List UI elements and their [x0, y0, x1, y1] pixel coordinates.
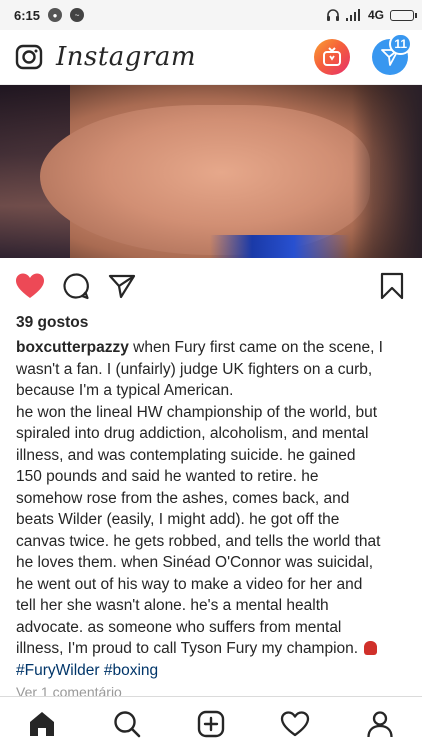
dm-badge: 11 [389, 33, 412, 55]
network-type: 4G [367, 8, 384, 22]
image-shadow [352, 85, 422, 258]
image-arm [40, 105, 370, 255]
status-right: 4G [326, 8, 417, 22]
bookmark-icon [380, 272, 404, 299]
nav-profile[interactable] [360, 704, 400, 744]
profile-icon [367, 710, 393, 737]
heart-icon [16, 273, 44, 298]
notification-icon: ● [48, 8, 63, 22]
status-time: 6:15 [14, 7, 41, 23]
caption-username[interactable]: boxcutterpazzy [16, 339, 129, 356]
caption-line: advocate. as someone who suffers from me… [16, 618, 342, 636]
comment-button[interactable] [60, 270, 92, 302]
direct-message-button[interactable]: 11 [372, 33, 412, 75]
signal-icon [345, 9, 360, 21]
add-post-icon [197, 710, 225, 737]
caption-line: because I'm a typical American. [16, 382, 234, 399]
app-header: Instagram 11 [0, 30, 422, 85]
image-blue-light [210, 235, 350, 258]
caption-line: illness, and was contemplating suicide. … [16, 446, 356, 464]
caption-line: illness, I'm proud to call Tyson Fury my… [16, 638, 412, 660]
likes-count[interactable]: 39 gostos [16, 314, 88, 332]
caption-text: illness, I'm proud to call Tyson Fury my… [16, 640, 359, 657]
caption-line: tell her she wasn't alone. he's a mental… [16, 597, 329, 614]
igtv-icon [323, 47, 341, 66]
caption-line: wasn't a fan. I (unfairly) judge UK figh… [16, 360, 373, 378]
nav-add-post[interactable] [191, 704, 231, 744]
messenger-icon: ~ [70, 8, 85, 22]
caption-line: he loves them. when Sinéad O'Connor was … [16, 554, 374, 571]
caption-line: somehow rose from the ashes, comes back,… [16, 489, 350, 507]
status-bar: 6:15 ● ~ 4G [0, 0, 422, 30]
caption-text: when Fury first came on the scene, I [133, 339, 383, 356]
post-caption: boxcutterpazzy when Fury first came on t… [16, 337, 412, 681]
caption-line: beats Wilder (easily, I might add). he g… [16, 511, 340, 528]
headphones-icon [326, 9, 339, 21]
bottom-nav [0, 696, 422, 750]
post-actions [0, 258, 422, 313]
caption-line: spiraled into drug addiction, alcoholism… [16, 425, 369, 442]
caption-line: boxcutterpazzy when Fury first came on t… [16, 337, 412, 359]
igtv-button[interactable] [314, 39, 350, 75]
caption-line: he went out of his way to make a video f… [16, 575, 363, 593]
nav-home[interactable] [22, 704, 62, 744]
hashtags[interactable]: #FuryWilder #boxing [16, 660, 412, 682]
caption-line: he won the lineal HW championship of the… [16, 403, 378, 421]
caption-line: 150 pounds and said he wanted to retire.… [16, 468, 319, 485]
share-button[interactable] [106, 270, 138, 302]
nav-search[interactable] [107, 704, 147, 744]
nav-activity[interactable] [275, 704, 315, 744]
camera-button[interactable] [14, 42, 44, 72]
camera-icon [15, 44, 43, 70]
view-comments-link[interactable]: Ver 1 comentário [16, 684, 122, 696]
header-actions: 11 [314, 33, 412, 75]
activity-heart-icon [281, 710, 310, 736]
status-left: 6:15 ● ~ [14, 7, 85, 23]
search-icon [113, 710, 140, 737]
like-button[interactable] [14, 270, 46, 302]
caption-line: canvas twice. he gets robbed, and tells … [16, 532, 381, 550]
home-icon [30, 711, 55, 736]
save-button[interactable] [376, 270, 408, 302]
post-image[interactable] [0, 85, 422, 258]
comment-icon [63, 272, 89, 299]
share-icon [108, 274, 136, 298]
app-logo: Instagram [56, 42, 197, 72]
battery-icon [390, 9, 417, 21]
boxing-glove-icon [364, 641, 378, 655]
